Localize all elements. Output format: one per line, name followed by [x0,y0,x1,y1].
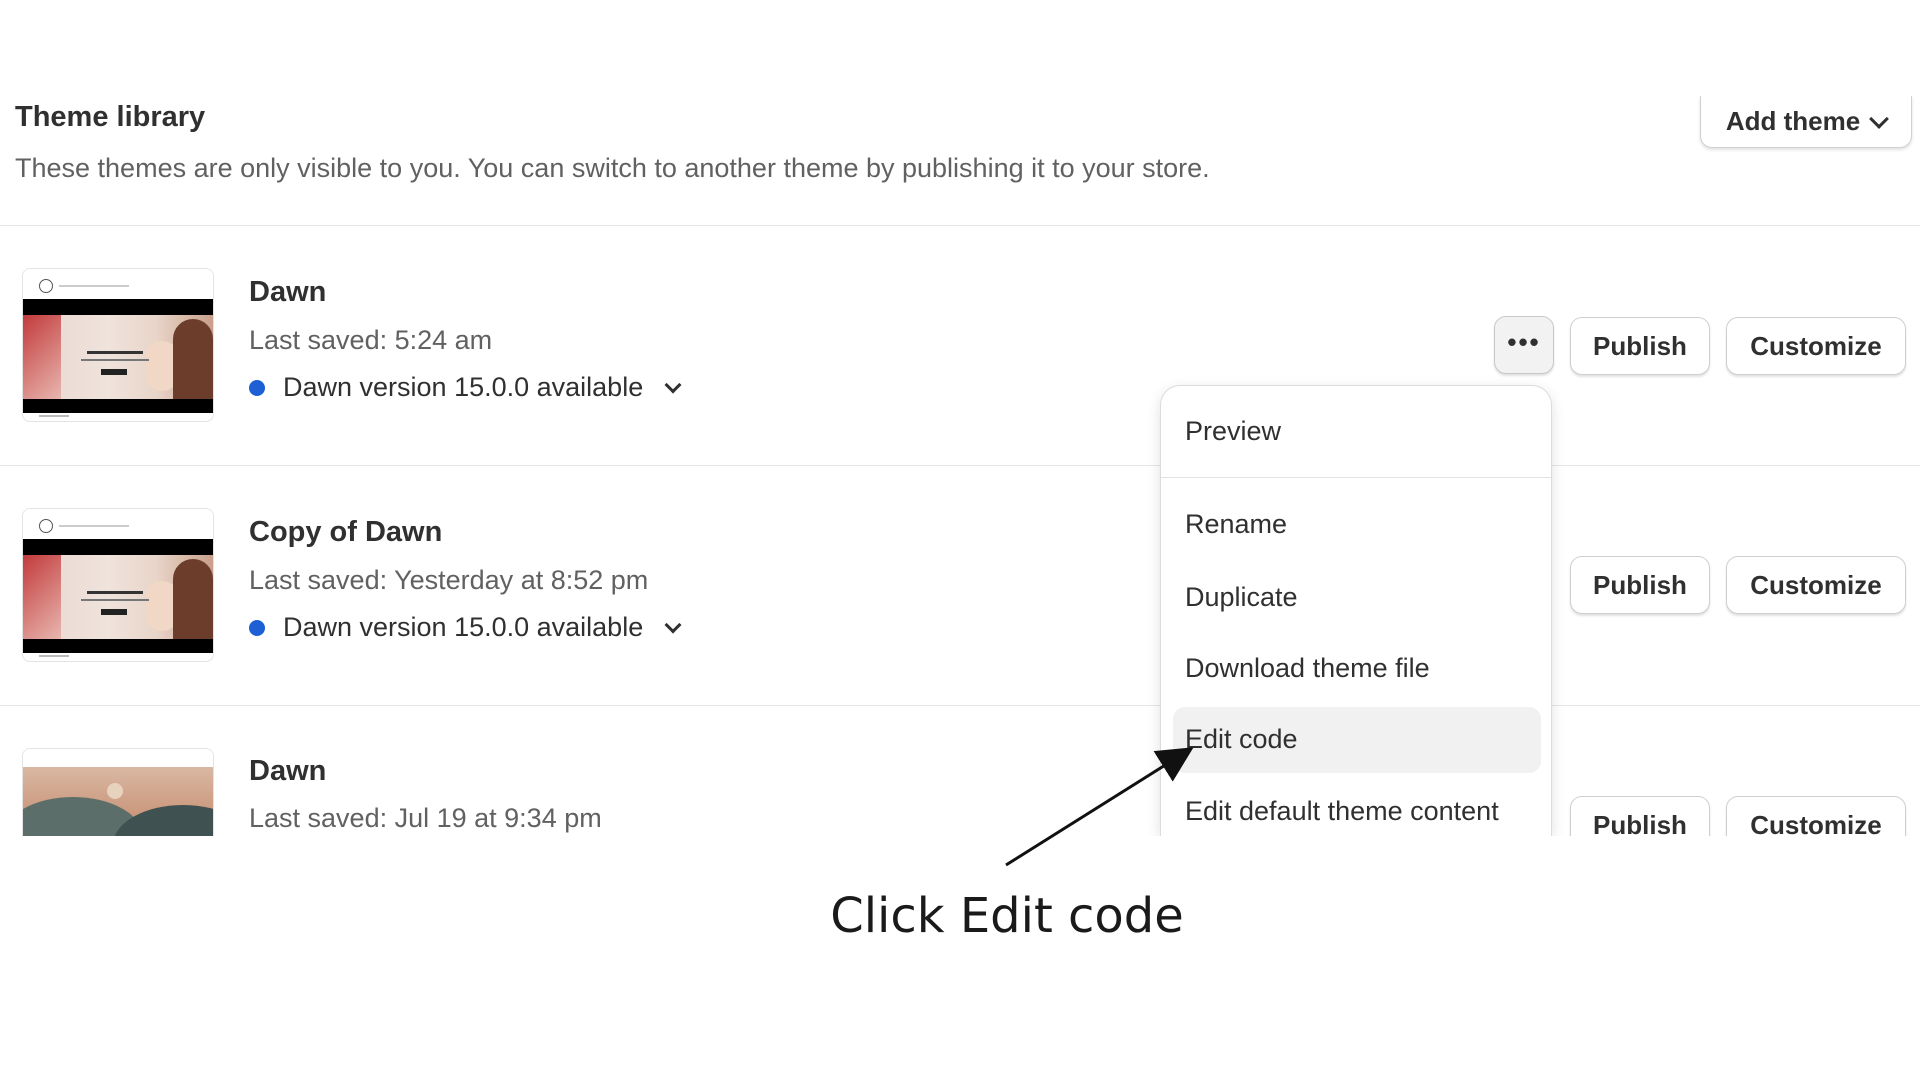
annotation-caption: Click Edit code [830,888,1184,944]
